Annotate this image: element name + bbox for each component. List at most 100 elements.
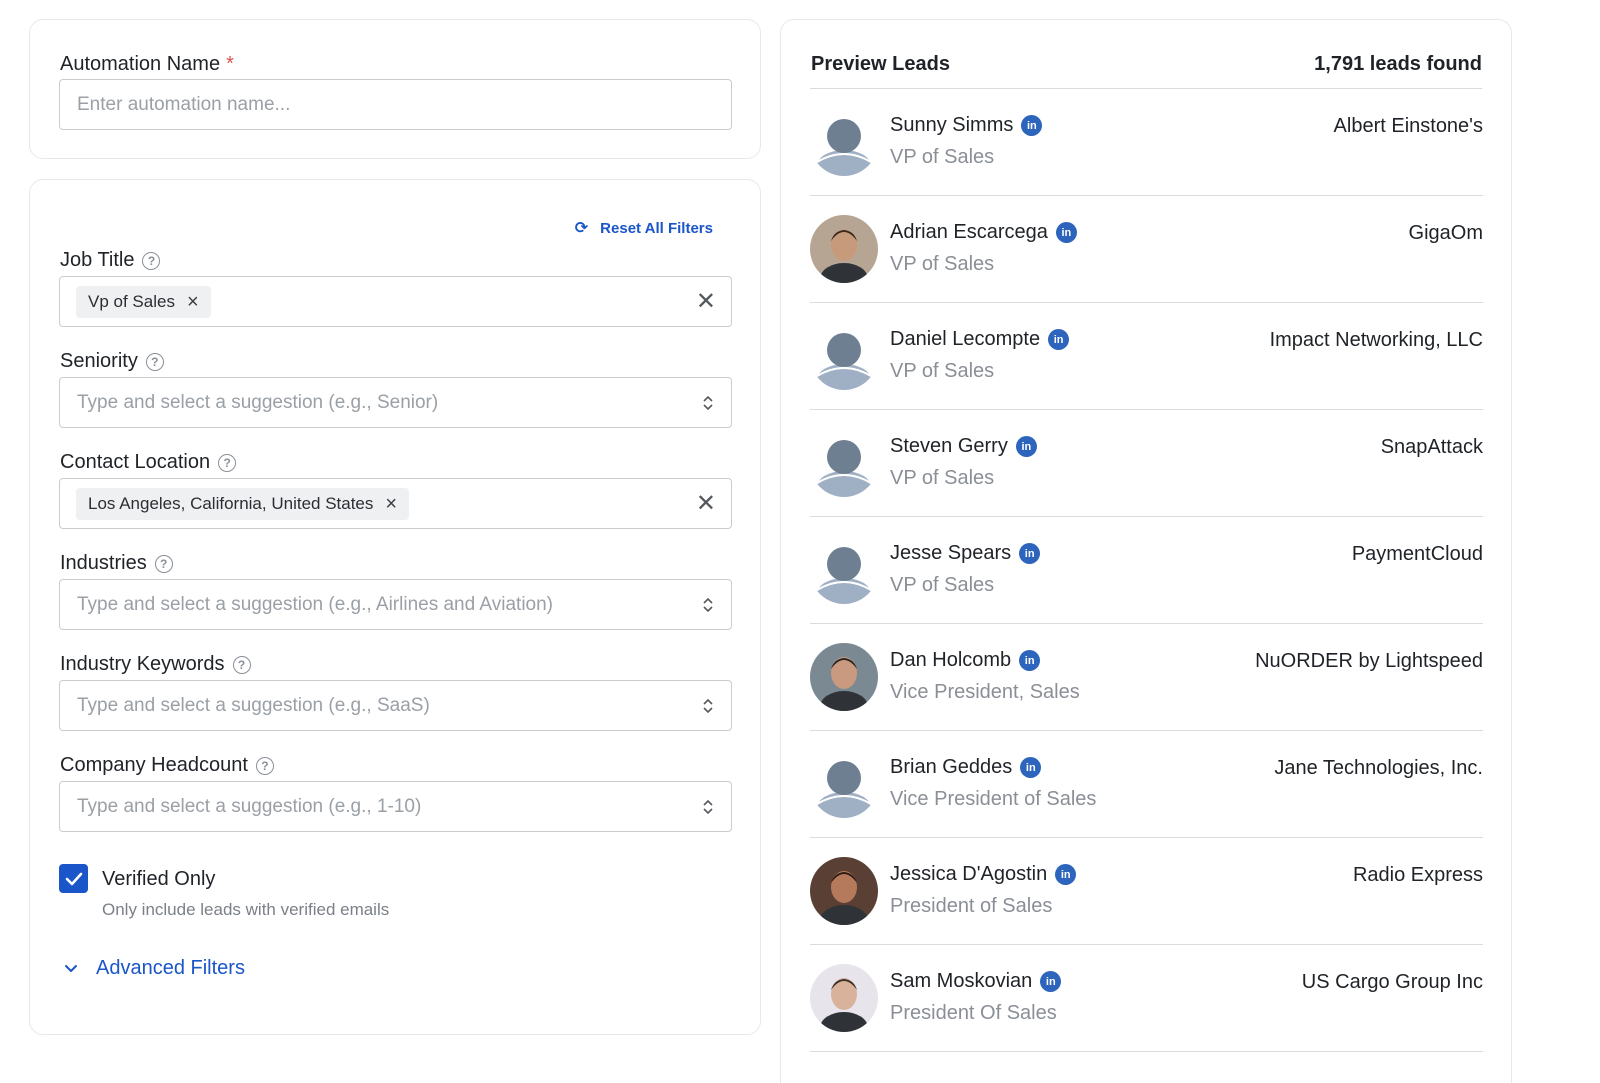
automation-name-input[interactable]: Enter automation name... [59, 79, 732, 130]
lead-name: Jesse Spears in [890, 542, 1041, 565]
lead-name: Adrian Escarcega in [890, 221, 1077, 244]
lead-name-text: Jessica D'Agostin [890, 863, 1048, 885]
lead-row[interactable]: Sunny Simms in VP of Sales Albert Einstone'… [810, 89, 1483, 196]
linkedin-icon[interactable]: in [1055, 864, 1077, 885]
lead-name-text: Adrian Escarcega [890, 221, 1048, 243]
question-circle-icon[interactable]: ? [255, 756, 274, 775]
seniority-select[interactable]: Type and select a suggestion (e.g., Seni… [59, 377, 732, 428]
job-title-field[interactable]: Vp of Sales × ✕ [59, 276, 732, 327]
avatar [810, 108, 878, 176]
lead-job-title: VP of Sales [890, 360, 995, 382]
verified-only-description: Only include leads with verified emails [102, 900, 390, 919]
verified-only-label[interactable]: Verified Only [102, 868, 215, 891]
remove-chip-icon[interactable]: × [385, 494, 397, 514]
lead-name-text: Brian Geddes [890, 756, 1013, 778]
linkedin-icon[interactable]: in [1015, 436, 1037, 457]
page: Automation Name * Enter automation name..… [0, 0, 1600, 1083]
industries-label: Industries ? [60, 552, 173, 575]
advanced-filters-toggle[interactable]: Advanced Filters [64, 957, 245, 980]
question-circle-icon[interactable]: ? [142, 251, 161, 270]
lead-company: Impact Networking, LLC [1269, 329, 1483, 351]
lead-company: US Cargo Group Inc [1301, 971, 1483, 993]
question-circle-icon[interactable]: ? [145, 352, 164, 371]
lead-name-text: Jesse Spears [890, 542, 1012, 564]
lead-job-title: VP of Sales [890, 253, 995, 275]
lead-row[interactable]: Sam Moskovian in President Of Sales US Carg… [810, 945, 1483, 1052]
lead-name: Brian Geddes in [890, 756, 1042, 779]
required-marker: * [226, 53, 234, 75]
lead-job-title: President of Sales [890, 895, 1053, 917]
preview-leads-card: Preview Leads 1,791 leads found Sunny Si… [780, 19, 1512, 1083]
industry-keywords-select[interactable]: Type and select a suggestion (e.g., SaaS… [59, 680, 732, 731]
lead-name-text: Sunny Simms [890, 114, 1014, 136]
chevron-updown-icon [703, 395, 713, 410]
contact-location-field[interactable]: Los Angeles, California, United States ×… [59, 478, 732, 529]
industries-select[interactable]: Type and select a suggestion (e.g., Airl… [59, 579, 732, 630]
lead-company: PaymentCloud [1351, 543, 1483, 565]
lead-row[interactable]: Jesse Spears in VP of Sales PaymentCloud [810, 517, 1483, 624]
advanced-filters-label: Advanced Filters [96, 957, 245, 979]
question-circle-icon[interactable]: ? [218, 453, 237, 472]
company-headcount-label: Company Headcount ? [60, 754, 274, 777]
verified-only-checkbox[interactable] [59, 864, 88, 893]
lead-row[interactable]: Steven Gerry in VP of Sales SnapAttack [810, 410, 1483, 517]
linkedin-icon[interactable]: in [1019, 650, 1041, 671]
close-icon[interactable]: ✕ [696, 491, 716, 516]
lead-job-title: VP of Sales [890, 146, 995, 168]
chevron-down-icon [65, 965, 77, 972]
industry-keywords-label: Industry Keywords ? [60, 653, 251, 676]
lead-name: Dan Holcomb in [890, 649, 1041, 672]
refresh-icon: ⟳ [574, 220, 589, 237]
lead-name-text: Dan Holcomb [890, 649, 1012, 671]
lead-row[interactable]: Brian Geddes in Vice President of Sales Jan… [810, 731, 1483, 838]
avatar [810, 750, 878, 818]
contact-location-chip: Los Angeles, California, United States × [76, 487, 410, 520]
seniority-label: Seniority ? [60, 350, 164, 373]
lead-company: Radio Express [1352, 864, 1483, 886]
chevron-updown-icon [703, 698, 713, 713]
preview-title: Preview Leads [811, 53, 950, 75]
lead-name: Sam Moskovian in [890, 970, 1062, 993]
remove-chip-icon[interactable]: × [187, 292, 199, 312]
linkedin-icon[interactable]: in [1019, 543, 1041, 564]
avatar [810, 429, 878, 497]
reset-filters-label: Reset All Filters [600, 219, 713, 237]
lead-name-text: Sam Moskovian [890, 970, 1033, 992]
linkedin-icon[interactable]: in [1021, 115, 1043, 136]
lead-row[interactable]: Adrian Escarcega in VP of Sales GigaOm [810, 196, 1483, 303]
automation-name-placeholder: Enter automation name... [77, 93, 291, 115]
lead-name: Steven Gerry in [890, 435, 1037, 458]
lead-row[interactable]: Daniel Lecompte in VP of Sales Impact Netwo… [810, 303, 1483, 410]
automation-name-card: Automation Name * Enter automation name..… [29, 19, 761, 159]
avatar [810, 857, 878, 925]
question-circle-icon[interactable]: ? [232, 655, 251, 674]
lead-name: Sunny Simms in [890, 114, 1043, 137]
avatar [810, 643, 878, 711]
question-circle-icon[interactable]: ? [154, 554, 173, 573]
linkedin-icon[interactable]: in [1055, 222, 1077, 243]
lead-job-title: VP of Sales [890, 574, 995, 596]
lead-company: SnapAttack [1380, 436, 1483, 458]
lead-job-title: Vice President of Sales [890, 788, 1097, 810]
lead-job-title: VP of Sales [890, 467, 995, 489]
lead-company: Jane Technologies, Inc. [1274, 757, 1483, 779]
lead-company: GigaOm [1408, 222, 1483, 244]
contact-location-label: Contact Location ? [60, 451, 237, 474]
automation-name-label: Automation Name * [60, 53, 234, 75]
lead-job-title: President Of Sales [890, 1002, 1057, 1024]
linkedin-icon[interactable]: in [1048, 329, 1070, 350]
checkmark-icon [65, 872, 82, 885]
lead-job-title: Vice President, Sales [890, 681, 1080, 703]
close-icon[interactable]: ✕ [696, 289, 716, 314]
lead-row[interactable]: Jessica D'Agostin in President of Sales Rad… [810, 838, 1483, 945]
linkedin-icon[interactable]: in [1020, 757, 1042, 778]
avatar [810, 964, 878, 1032]
lead-row[interactable]: Dan Holcomb in Vice President, Sales NuORDE… [810, 624, 1483, 731]
lead-name: Jessica D'Agostin in [890, 863, 1077, 886]
avatar [810, 322, 878, 390]
linkedin-icon[interactable]: in [1040, 971, 1062, 992]
job-title-chip: Vp of Sales × [76, 285, 211, 318]
reset-filters-button[interactable]: ⟳ Reset All Filters [575, 218, 713, 238]
company-headcount-select[interactable]: Type and select a suggestion (e.g., 1-10… [59, 781, 732, 832]
lead-name: Daniel Lecompte in [890, 328, 1070, 351]
